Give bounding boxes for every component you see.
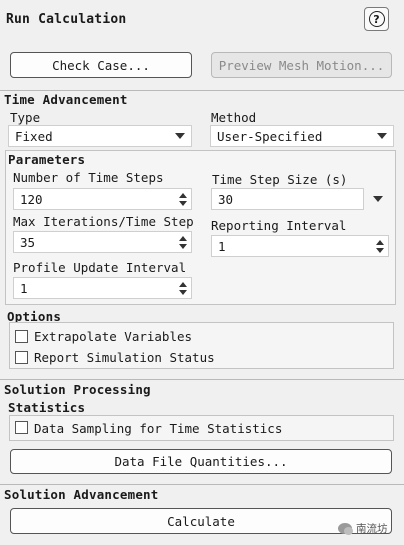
solution-processing-header: Solution Processing: [4, 382, 151, 397]
type-dropdown[interactable]: Fixed: [8, 125, 192, 147]
watermark: 南流坊: [338, 521, 388, 536]
reporting-interval-value: 1: [218, 238, 226, 254]
time-step-size-value: 30: [218, 191, 234, 207]
chevron-down-icon: [377, 133, 387, 139]
divider: [0, 379, 404, 380]
profile-update-interval-value: 1: [20, 280, 28, 296]
extrapolate-variables-label: Extrapolate Variables: [34, 329, 193, 344]
max-iterations-value: 35: [20, 234, 36, 250]
panel-title: Run Calculation: [6, 12, 127, 27]
help-button[interactable]: ?: [364, 7, 389, 31]
increment-icon[interactable]: [179, 236, 187, 241]
parameters-header: Parameters: [8, 152, 86, 167]
increment-icon[interactable]: [376, 240, 384, 245]
type-label: Type: [10, 110, 41, 125]
calculate-button[interactable]: Calculate: [10, 508, 392, 534]
reporting-interval-input[interactable]: 1: [211, 235, 389, 257]
wechat-icon: [338, 523, 353, 535]
chevron-down-icon: [175, 133, 185, 139]
report-simulation-status-checkbox[interactable]: [15, 351, 28, 364]
data-file-quantities-button[interactable]: Data File Quantities...: [10, 449, 392, 474]
statistics-header: Statistics: [8, 400, 86, 415]
time-step-size-input[interactable]: 30: [211, 188, 364, 210]
decrement-icon[interactable]: [376, 248, 384, 253]
time-advancement-header: Time Advancement: [4, 92, 128, 107]
divider: [0, 484, 404, 485]
num-time-steps-input[interactable]: 120: [13, 188, 192, 210]
method-dropdown-value: User-Specified: [217, 128, 323, 144]
num-time-steps-value: 120: [20, 191, 43, 207]
help-icon: ?: [368, 11, 385, 27]
increment-icon[interactable]: [179, 193, 187, 198]
type-dropdown-value: Fixed: [15, 128, 53, 144]
increment-icon[interactable]: [179, 282, 187, 287]
chevron-down-icon[interactable]: [373, 196, 383, 202]
profile-update-interval-label: Profile Update Interval: [13, 260, 187, 275]
report-simulation-status-label: Report Simulation Status: [34, 350, 215, 365]
reporting-interval-label: Reporting Interval: [211, 218, 347, 233]
data-sampling-label: Data Sampling for Time Statistics: [34, 421, 283, 436]
decrement-icon[interactable]: [179, 201, 187, 206]
divider: [0, 90, 404, 91]
decrement-icon[interactable]: [179, 244, 187, 249]
method-dropdown[interactable]: User-Specified: [210, 125, 394, 147]
profile-update-interval-input[interactable]: 1: [13, 277, 192, 299]
max-iterations-input[interactable]: 35: [13, 231, 192, 253]
decrement-icon[interactable]: [179, 290, 187, 295]
time-step-size-label: Time Step Size (s): [212, 172, 348, 187]
max-iterations-label: Max Iterations/Time Step: [13, 214, 194, 229]
watermark-text: 南流坊: [356, 523, 388, 535]
check-case-button[interactable]: Check Case...: [10, 52, 192, 78]
preview-mesh-motion-button[interactable]: Preview Mesh Motion...: [211, 52, 392, 78]
num-time-steps-label: Number of Time Steps: [13, 170, 164, 185]
solution-advancement-header: Solution Advancement: [4, 487, 159, 502]
method-label: Method: [211, 110, 257, 125]
data-sampling-checkbox[interactable]: [15, 421, 28, 434]
extrapolate-variables-checkbox[interactable]: [15, 330, 28, 343]
